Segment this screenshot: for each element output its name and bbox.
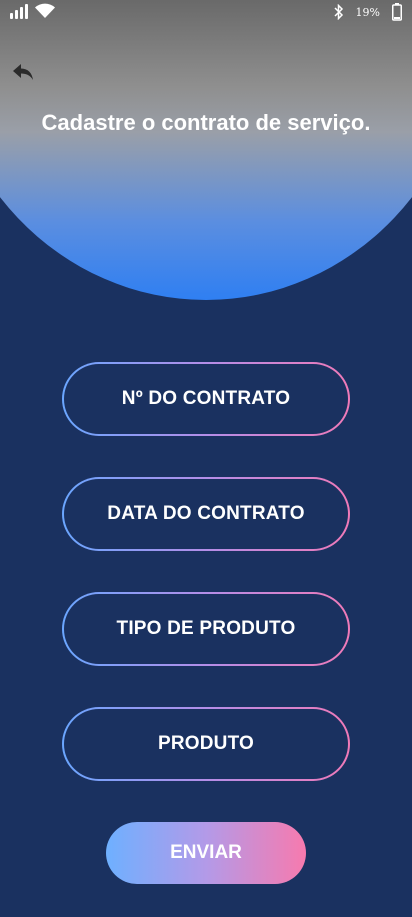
- bluetooth-icon: [334, 4, 343, 20]
- contract-date-label: DATA DO CONTRATO: [64, 479, 348, 549]
- battery-icon: [392, 3, 402, 21]
- contract-number-label: Nº DO CONTRATO: [64, 364, 348, 434]
- product-button[interactable]: PRODUTO: [62, 707, 350, 781]
- submit-button[interactable]: ENVIAR: [106, 822, 306, 884]
- product-label: PRODUTO: [64, 709, 348, 779]
- status-right: 19%: [334, 3, 402, 21]
- battery-percentage: 19%: [355, 5, 380, 19]
- signal-icon: [10, 4, 28, 19]
- status-bar: 19%: [0, 0, 412, 24]
- back-button[interactable]: [8, 58, 38, 86]
- status-left: [10, 3, 56, 19]
- screen: 19% Cadastre o contrato de serviço. Nº D…: [0, 0, 412, 917]
- product-type-label: TIPO DE PRODUTO: [64, 594, 348, 664]
- product-type-button[interactable]: TIPO DE PRODUTO: [62, 592, 350, 666]
- back-arrow-icon: [13, 64, 33, 80]
- contract-number-button[interactable]: Nº DO CONTRATO: [62, 362, 350, 436]
- page-title: Cadastre o contrato de serviço.: [41, 110, 371, 135]
- header-dome: [0, 0, 412, 300]
- wifi-icon: [35, 3, 55, 18]
- contract-date-button[interactable]: DATA DO CONTRATO: [62, 477, 350, 551]
